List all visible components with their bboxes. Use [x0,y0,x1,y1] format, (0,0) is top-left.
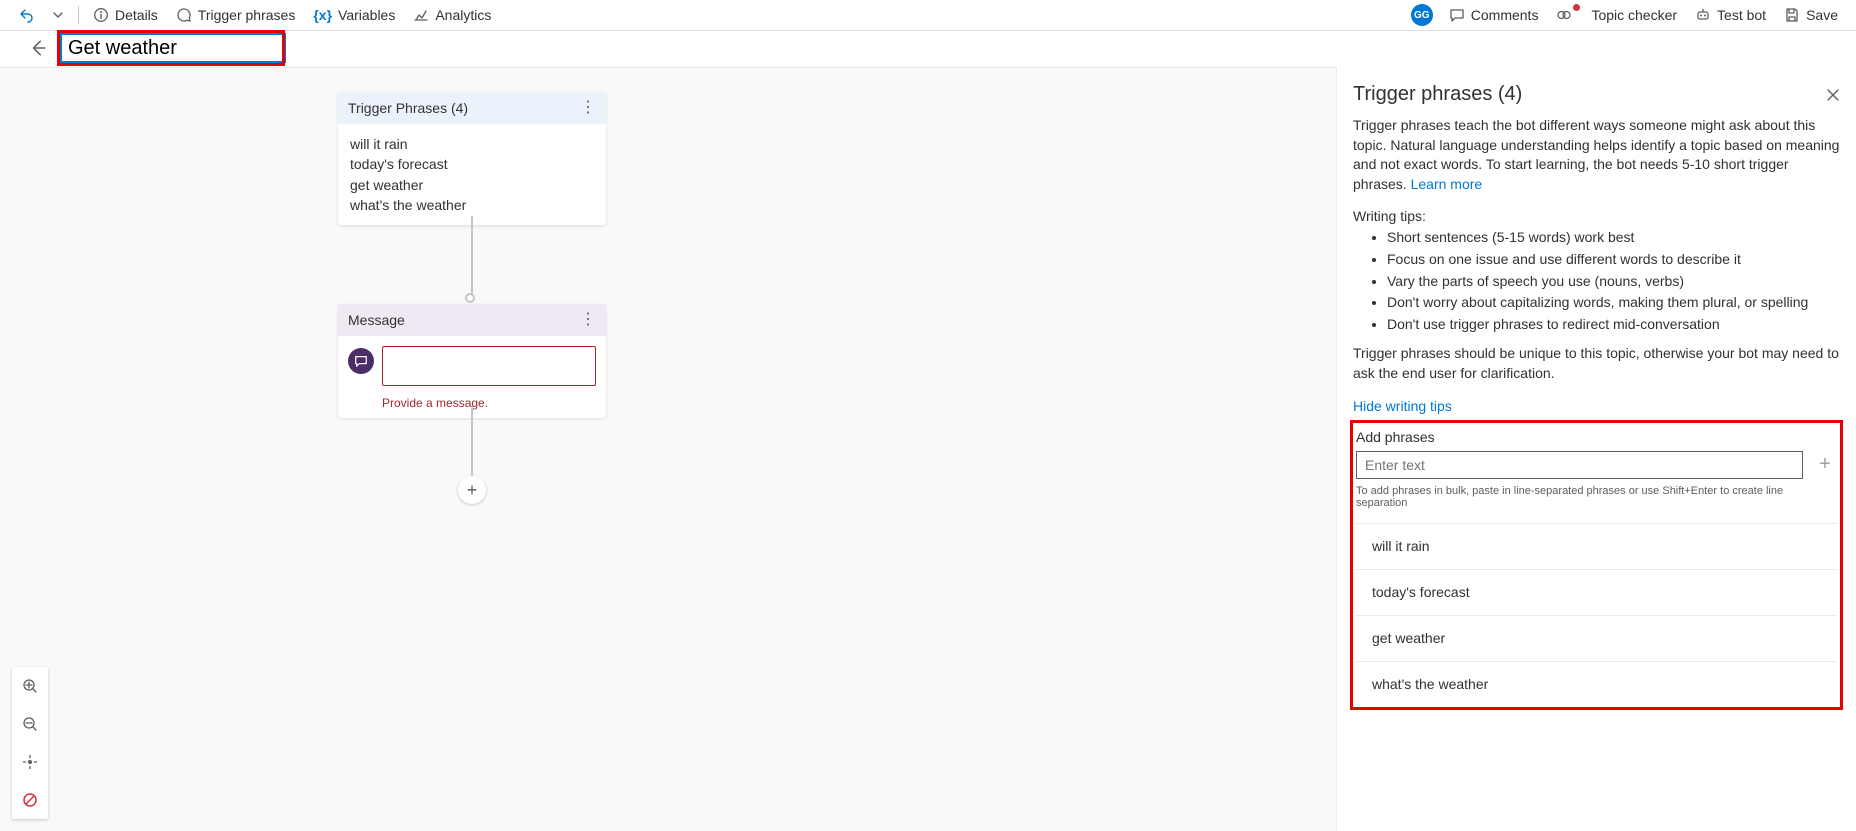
trigger-node-body: will it rain today's forecast get weathe… [338,124,606,225]
writing-tips-heading: Writing tips: [1353,208,1840,224]
topic-checker-button[interactable]: Topic checker [1548,1,1685,29]
trigger-phrase-item: will it rain [350,134,594,154]
trigger-phrases-label: Trigger phrases [198,7,296,23]
tip-item: Short sentences (5-15 words) work best [1387,228,1840,248]
zoom-in-button[interactable] [12,667,48,705]
connector-line [471,406,473,476]
add-phrase-input[interactable] [1356,451,1803,479]
save-button[interactable]: Save [1776,1,1846,29]
authoring-canvas[interactable]: Trigger Phrases (4) ⋮ will it rain today… [0,67,1336,831]
trigger-node-menu[interactable]: ⋮ [580,100,596,116]
chart-icon [413,7,429,23]
phrase-list-item[interactable]: will it rain [1356,523,1837,569]
bot-icon [1695,7,1711,23]
trigger-phrase-item: today's forecast [350,154,594,174]
chat-icon [176,7,192,23]
learn-more-link[interactable]: Learn more [1411,176,1483,192]
comments-button[interactable]: Comments [1441,1,1547,29]
zoom-out-icon [22,716,38,732]
avatar[interactable]: GG [1411,4,1433,26]
variables-label: Variables [338,7,395,23]
save-label: Save [1806,7,1838,23]
comments-label: Comments [1471,7,1539,23]
prohibit-icon [22,792,38,808]
panel-close-button[interactable] [1826,88,1840,102]
trigger-phrases-button[interactable]: Trigger phrases [168,1,304,29]
writing-tips-list: Short sentences (5-15 words) work best F… [1353,228,1840,334]
phrase-list-item[interactable]: today's forecast [1356,569,1837,615]
analytics-button[interactable]: Analytics [405,1,499,29]
notification-dot-icon [1573,4,1580,11]
test-bot-button[interactable]: Test bot [1687,1,1774,29]
trigger-phrase-item: get weather [350,175,594,195]
tip-item: Vary the parts of speech you use (nouns,… [1387,272,1840,292]
hide-writing-tips-link[interactable]: Hide writing tips [1353,398,1452,414]
zoom-fit-button[interactable] [12,743,48,781]
message-node-title: Message [348,312,405,328]
zoom-in-icon [22,678,38,694]
topic-name-input[interactable] [60,33,286,63]
connector-line [471,216,473,298]
comment-icon [1449,7,1465,23]
phrase-list-item[interactable]: what's the weather [1356,661,1837,707]
back-button[interactable] [26,36,50,60]
variable-icon: {x} [313,7,332,23]
zoom-reset-button[interactable] [12,781,48,819]
add-phrases-helper: To add phrases in bulk, paste in line-se… [1356,485,1837,509]
add-phrase-button[interactable]: + [1813,453,1837,477]
chevron-down-icon [52,9,64,21]
trigger-phrase-item: what's the weather [350,195,594,215]
undo-button[interactable] [10,1,42,29]
panel-description: Trigger phrases teach the bot different … [1353,116,1840,194]
details-button[interactable]: Details [85,1,166,29]
analytics-label: Analytics [435,7,491,23]
topic-checker-label: Topic checker [1591,7,1677,23]
trigger-phrases-node[interactable]: Trigger Phrases (4) ⋮ will it rain today… [338,92,606,225]
connector-dot-icon [465,293,475,303]
undo-icon [18,7,34,23]
arrow-left-icon [29,39,47,57]
topic-checker-icon [1556,7,1572,23]
zoom-out-button[interactable] [12,705,48,743]
save-icon [1784,7,1800,23]
message-node-header: Message ⋮ [338,304,606,336]
add-phrases-highlight: Add phrases + To add phrases in bulk, pa… [1350,420,1843,710]
close-icon [1826,88,1840,102]
title-bar [0,31,1856,61]
tip-item: Don't use trigger phrases to redirect mi… [1387,315,1840,335]
message-text-input[interactable] [382,346,596,386]
add-node-button[interactable]: + [458,476,486,504]
message-node-menu[interactable]: ⋮ [580,312,596,328]
top-toolbar: Details Trigger phrases {x} Variables An… [0,0,1856,31]
undo-menu-button[interactable] [44,1,72,29]
tip-item: Focus on one issue and use different wor… [1387,250,1840,270]
tip-item: Don't worry about capitalizing words, ma… [1387,293,1840,313]
trigger-node-header: Trigger Phrases (4) ⋮ [338,92,606,124]
variables-button[interactable]: {x} Variables [305,1,403,29]
trigger-node-title: Trigger Phrases (4) [348,100,468,116]
phrase-list: will it rain today's forecast get weathe… [1356,523,1837,707]
trigger-phrases-panel: Trigger phrases (4) Trigger phrases teac… [1336,67,1856,831]
details-label: Details [115,7,158,23]
test-bot-label: Test bot [1717,7,1766,23]
info-icon [93,7,109,23]
message-icon [348,348,374,374]
zoom-controls [12,667,48,819]
panel-title: Trigger phrases (4) [1353,83,1522,106]
add-phrases-label: Add phrases [1356,429,1837,447]
message-node[interactable]: Message ⋮ Provide a message. [338,304,606,418]
phrase-list-item[interactable]: get weather [1356,615,1837,661]
target-icon [22,754,38,770]
unique-note: Trigger phrases should be unique to this… [1353,344,1840,383]
